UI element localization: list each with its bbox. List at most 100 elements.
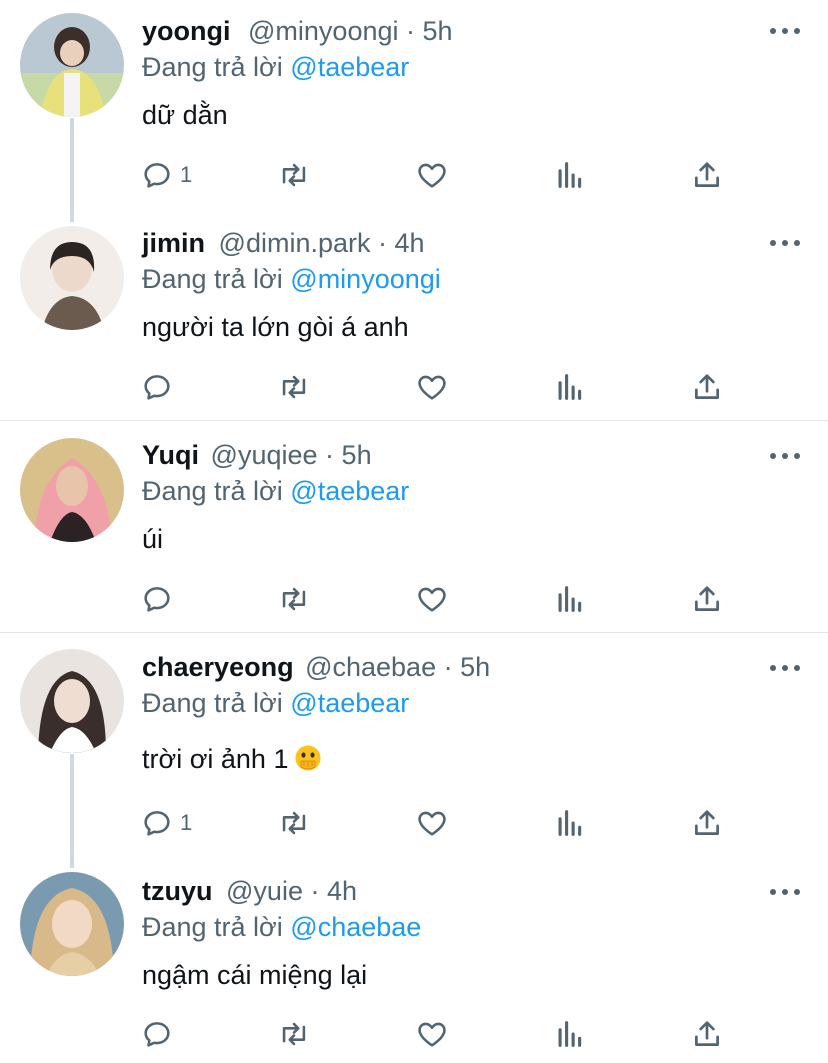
heart-icon <box>418 811 446 836</box>
stats-button[interactable] <box>553 805 587 841</box>
more-icon[interactable] <box>770 238 802 248</box>
user-handle[interactable]: @minyoongi <box>248 16 398 46</box>
like-button[interactable] <box>415 369 449 405</box>
share-button[interactable] <box>690 805 724 841</box>
avatar[interactable] <box>20 226 124 330</box>
heart-icon <box>418 375 446 400</box>
avatar[interactable] <box>20 649 124 753</box>
retweet-icon <box>282 163 306 187</box>
reply-tweet[interactable]: yoongi @minyoongi · 5h Đang trả lời @tae… <box>0 0 828 208</box>
mention-link[interactable]: @taebear <box>290 688 409 718</box>
retweet-button[interactable] <box>277 157 311 193</box>
retweet-button[interactable] <box>277 1016 311 1052</box>
timestamp[interactable]: 5h <box>423 16 453 46</box>
separator-dot: · <box>443 652 453 682</box>
display-name[interactable]: Yuqi <box>142 440 199 470</box>
retweet-icon <box>282 1022 306 1046</box>
reply-button[interactable] <box>140 369 180 405</box>
share-icon <box>695 586 719 611</box>
reply-icon <box>144 163 170 188</box>
analytics-icon <box>558 810 582 836</box>
face-with-hand-over-mouth-emoji <box>295 745 321 771</box>
reply-tweet[interactable]: Yuqi @yuqiee · 5h Đang trả lời @taebear … <box>0 421 828 632</box>
timestamp[interactable]: 4h <box>327 876 357 906</box>
like-button[interactable] <box>415 581 449 617</box>
user-handle[interactable]: @chaebae <box>305 652 436 682</box>
replying-to-label: Đang trả lời <box>142 688 283 718</box>
stats-button[interactable] <box>553 581 587 617</box>
share-button[interactable] <box>690 581 724 617</box>
more-icon[interactable] <box>770 663 802 673</box>
more-icon[interactable] <box>770 887 802 897</box>
retweet-button[interactable] <box>277 805 311 841</box>
stats-button[interactable] <box>553 157 587 193</box>
tweet-text: dữ dằn <box>142 100 228 130</box>
more-icon[interactable] <box>770 26 802 36</box>
mention-link[interactable]: @taebear <box>290 476 409 506</box>
share-icon <box>695 162 719 187</box>
retweet-button[interactable] <box>277 369 311 405</box>
share-icon <box>695 810 719 835</box>
separator-dot: · <box>310 876 320 906</box>
like-button[interactable] <box>415 157 449 193</box>
tweet-header: chaeryeong @chaebae · 5h <box>142 650 490 684</box>
action-bar <box>140 369 740 405</box>
analytics-icon <box>558 586 582 612</box>
retweet-icon <box>282 587 306 611</box>
tweet-header: Yuqi @yuqiee · 5h <box>142 438 372 472</box>
reply-button[interactable] <box>140 581 180 617</box>
user-handle[interactable]: @yuqiee <box>211 440 318 470</box>
share-icon <box>695 1021 719 1046</box>
timestamp[interactable]: 4h <box>395 228 425 258</box>
separator-dot: · <box>406 16 416 46</box>
mention-link[interactable]: @minyoongi <box>290 264 440 294</box>
reply-tweet[interactable]: tzuyu @yuie · 4h Đang trả lời @chaebae n… <box>0 865 828 1063</box>
timestamp[interactable]: 5h <box>460 652 490 682</box>
share-button[interactable] <box>690 157 724 193</box>
tweet-text: người ta lớn gòi á anh <box>142 312 409 342</box>
tweet-header: yoongi @minyoongi · 5h <box>142 14 453 48</box>
tweet-text-content: trời ơi ảnh 1 <box>142 744 289 774</box>
reply-tweet[interactable]: chaeryeong @chaebae · 5h Đang trả lời @t… <box>0 633 828 865</box>
analytics-icon <box>558 374 582 400</box>
replying-to-label: Đang trả lời <box>142 52 283 82</box>
avatar[interactable] <box>20 438 124 542</box>
reply-icon <box>144 811 170 836</box>
mention-link[interactable]: @chaebae <box>290 912 421 942</box>
separator-dot: · <box>325 440 335 470</box>
analytics-icon <box>558 1021 582 1047</box>
replying-to: Đang trả lời @taebear <box>142 474 409 508</box>
user-handle[interactable]: @dimin.park <box>219 228 371 258</box>
heart-icon <box>418 587 446 612</box>
reply-tweet[interactable]: jimin @dimin.park · 4h Đang trả lời @min… <box>0 208 828 420</box>
action-bar: 1 <box>140 805 740 841</box>
share-button[interactable] <box>690 369 724 405</box>
action-bar: 1 <box>140 157 740 193</box>
display-name[interactable]: yoongi <box>142 16 231 46</box>
display-name[interactable]: jimin <box>142 228 205 258</box>
tweet-header: jimin @dimin.park · 4h <box>142 226 425 260</box>
like-button[interactable] <box>415 1016 449 1052</box>
stats-button[interactable] <box>553 369 587 405</box>
display-name[interactable]: chaeryeong <box>142 652 294 682</box>
display-name[interactable]: tzuyu <box>142 876 213 906</box>
reply-button[interactable]: 1 <box>140 805 192 841</box>
replying-to-label: Đang trả lời <box>142 476 283 506</box>
reply-icon <box>144 587 170 612</box>
more-icon[interactable] <box>770 451 802 461</box>
share-button[interactable] <box>690 1016 724 1052</box>
mention-link[interactable]: @taebear <box>290 52 409 82</box>
replying-to-label: Đang trả lời <box>142 264 283 294</box>
avatar[interactable] <box>20 13 124 117</box>
user-handle[interactable]: @yuie <box>226 876 303 906</box>
analytics-icon <box>558 162 582 188</box>
like-button[interactable] <box>415 805 449 841</box>
reply-button[interactable]: 1 <box>140 157 192 193</box>
avatar[interactable] <box>20 872 124 976</box>
timestamp[interactable]: 5h <box>342 440 372 470</box>
action-bar <box>140 581 740 617</box>
stats-button[interactable] <box>553 1016 587 1052</box>
heart-icon <box>418 1022 446 1047</box>
retweet-button[interactable] <box>277 581 311 617</box>
reply-button[interactable] <box>140 1016 180 1052</box>
